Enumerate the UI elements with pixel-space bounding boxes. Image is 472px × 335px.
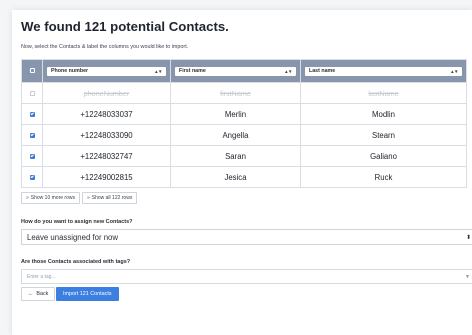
- show-all-label: Show all 122 rows: [91, 195, 133, 201]
- row-checkbox[interactable]: [29, 132, 35, 138]
- table-row: +12248032747 Saran Galiano: [21, 145, 467, 167]
- row-checkbox-cell: [21, 145, 43, 167]
- source-header-row: phoneNumber firstName lastName: [21, 82, 467, 104]
- table-cell: Merlin: [170, 103, 301, 125]
- tag-input-placeholder: Enter a tag...: [27, 273, 56, 280]
- row-checkbox[interactable]: [29, 174, 35, 180]
- chevron-down-icon: ▼: [465, 273, 470, 280]
- table-cell: Modlin: [300, 103, 467, 125]
- arrow-left-icon: ←: [28, 291, 34, 297]
- table-row: +12248033090 Angella Stearn: [21, 124, 467, 146]
- import-card: We found 121 potential Contacts. Now, se…: [12, 10, 472, 335]
- show-more-label: Show 10 more rows: [30, 195, 75, 201]
- assign-select-value: Leave unassigned for now: [27, 232, 119, 242]
- row-checkbox-cell: [21, 166, 43, 188]
- table-cell: +12248033090: [42, 124, 171, 146]
- column-select-label: First name: [179, 68, 206, 74]
- select-all-cell: [21, 59, 43, 83]
- assign-select[interactable]: Leave unassigned for now ⬍: [21, 229, 472, 245]
- import-contacts-button[interactable]: Import 121 Contacts: [56, 287, 119, 301]
- row-checkbox-cell: [21, 124, 43, 146]
- table-cell: +12248032747: [42, 145, 171, 167]
- tags-label: Are those Contacts associated with tags?: [21, 259, 131, 265]
- table-cell: Angella: [170, 124, 301, 146]
- table-cell: Jesica: [170, 166, 301, 188]
- table-cell: phoneNumber: [42, 82, 171, 104]
- back-button[interactable]: ← Back: [21, 287, 56, 301]
- double-chevron-down-icon: »: [86, 195, 90, 201]
- row-checkbox-cell: [21, 103, 43, 125]
- table-row: +12248033037 Merlin Modlin: [21, 103, 467, 125]
- assign-label: How do you want to assign new Contacts?: [21, 219, 133, 225]
- back-label: Back: [36, 291, 49, 297]
- column-select-2[interactable]: First name ▲▼: [175, 66, 296, 76]
- row-checkbox[interactable]: [29, 91, 35, 97]
- column-select-label: Last name: [309, 68, 336, 74]
- table-row: +12249002815 Jesica Ruck: [21, 166, 467, 188]
- import-label: Import 121 Contacts: [63, 291, 112, 297]
- row-pagination: » Show 10 more rows » Show all 122 rows: [21, 192, 138, 204]
- table-cell: Galiano: [300, 145, 467, 167]
- table-cell: firstName: [170, 82, 301, 104]
- show-all-rows-button[interactable]: » Show all 122 rows: [81, 192, 138, 204]
- show-more-rows-button[interactable]: » Show 10 more rows: [21, 192, 80, 204]
- table-cell: +12248033037: [42, 103, 171, 125]
- page-subtitle: Now, select the Contacts & label the col…: [21, 44, 189, 50]
- select-arrows-icon: ⬍: [465, 234, 471, 241]
- column-select-3[interactable]: Last name ▲▼: [305, 66, 462, 76]
- row-checkbox[interactable]: [29, 153, 35, 159]
- column-select-label: Phone number: [51, 68, 89, 74]
- column-select-1[interactable]: Phone number ▲▼: [47, 66, 166, 76]
- select-all-checkbox[interactable]: [29, 68, 35, 74]
- table-cell: Stearn: [300, 124, 467, 146]
- tag-input[interactable]: Enter a tag... ▼: [21, 269, 472, 284]
- select-arrows-icon: ▲▼: [450, 68, 458, 74]
- table-cell: Saran: [170, 145, 301, 167]
- column-mapping-row: Phone number ▲▼ First name ▲▼ Last name: [21, 59, 467, 83]
- column-header-1: Phone number ▲▼: [42, 59, 171, 83]
- column-header-3: Last name ▲▼: [300, 59, 467, 83]
- table-cell: lastName: [300, 82, 467, 104]
- row-checkbox-cell: [21, 82, 43, 104]
- column-header-2: First name ▲▼: [170, 59, 301, 83]
- contacts-table: Phone number ▲▼ First name ▲▼ Last name: [21, 59, 467, 188]
- double-chevron-down-icon: »: [26, 195, 29, 201]
- table-cell: Ruck: [300, 166, 467, 188]
- select-arrows-icon: ▲▼: [284, 68, 292, 74]
- table-cell: +12249002815: [42, 166, 171, 188]
- select-arrows-icon: ▲▼: [154, 68, 162, 74]
- row-checkbox[interactable]: [29, 111, 35, 117]
- page-title: We found 121 potential Contacts.: [21, 19, 229, 34]
